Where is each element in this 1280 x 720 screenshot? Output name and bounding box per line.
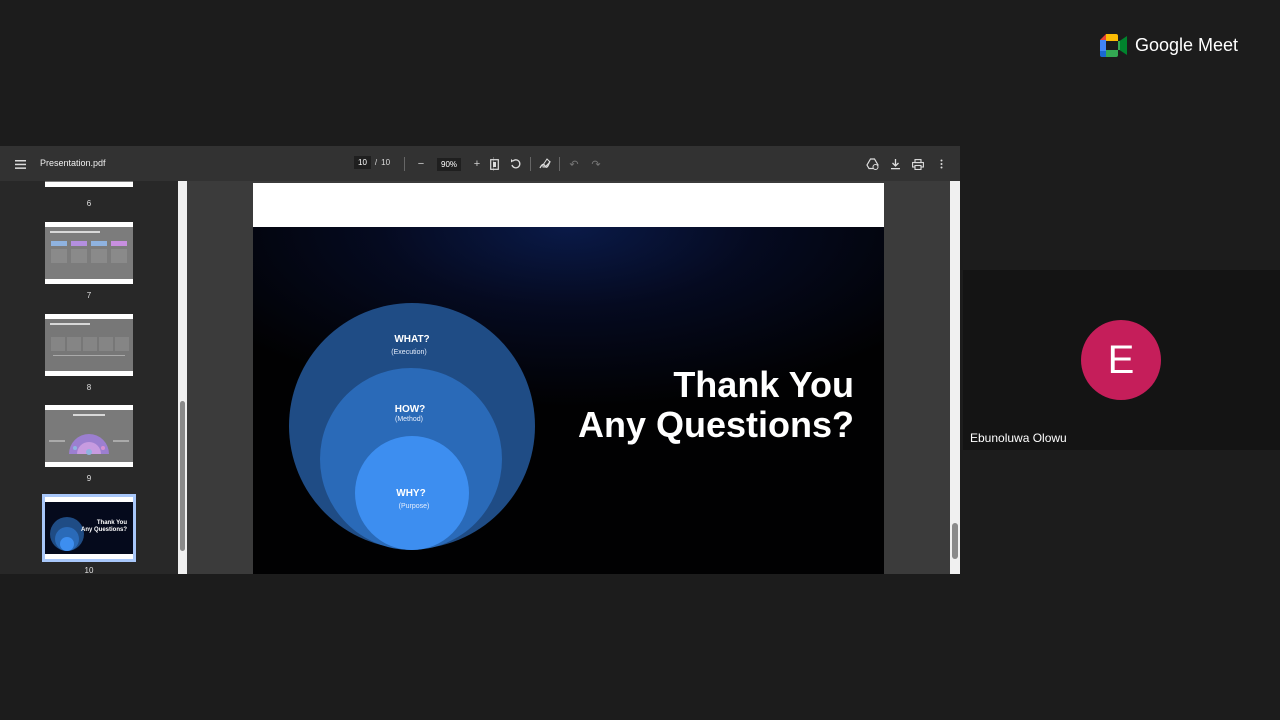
download-icon[interactable] — [887, 156, 903, 172]
label-purpose: (Purpose) — [398, 503, 430, 510]
page-separator: / — [374, 158, 378, 167]
thumbnail-title-line1: Thank You — [96, 520, 127, 526]
participant-name: Ebunoluwa Olowu — [970, 431, 1067, 445]
current-page-input[interactable]: 10 — [354, 156, 371, 169]
thumbnail-number: 9 — [86, 474, 92, 483]
thumbnail-number: 8 — [86, 383, 92, 392]
slide-page-10: WHAT? (Execution) HOW? (Method) WHY? (Pu… — [253, 227, 884, 574]
zoom-controls: − 90% + — [404, 156, 495, 172]
rotate-icon[interactable] — [508, 156, 524, 172]
shared-screen: Presentation.pdf 10 / 10 − 90% + ↶ ↷ 6 7… — [0, 0, 960, 720]
label-what: WHAT? — [394, 334, 430, 345]
history-tools: ↶ ↷ — [566, 156, 604, 172]
drive-icon[interactable] — [864, 156, 880, 172]
meet-brand-name: Google Meet — [1135, 35, 1239, 55]
thumbnail-number: 6 — [86, 199, 92, 208]
annotate-icon[interactable] — [537, 156, 553, 172]
more-icon[interactable] — [933, 156, 949, 172]
meet-logo-icon — [1100, 34, 1127, 57]
page-thumbnail-7[interactable] — [45, 222, 133, 284]
label-why: WHY? — [396, 488, 426, 499]
divider — [559, 157, 560, 171]
heading-line2: Any Questions? — [577, 404, 854, 445]
thumbnail-title-line2: Any Questions? — [80, 527, 127, 533]
page-thumbnail-8[interactable] — [45, 314, 133, 376]
zoom-out-button[interactable]: − — [413, 156, 429, 172]
slide-heading: Thank You Any Questions? — [578, 365, 854, 445]
fit-page-icon[interactable] — [486, 156, 502, 172]
thumbnail-number: 10 — [84, 566, 94, 574]
meet-window: Presentation.pdf 10 / 10 − 90% + ↶ ↷ 6 7… — [0, 0, 1280, 720]
participant-avatar: E — [1081, 320, 1161, 400]
scrollbar-thumb[interactable] — [180, 401, 185, 551]
total-pages: 10 — [381, 158, 391, 167]
thumbnail-sidebar: 6 7 8 9 Thank You Any Questions? 10 — [0, 181, 178, 574]
zoom-level-input[interactable]: 90% — [437, 157, 462, 171]
participant-tile[interactable]: E Ebunoluwa Olowu — [963, 270, 1280, 450]
label-method: (Method) — [394, 416, 423, 423]
redo-icon[interactable]: ↷ — [588, 156, 604, 172]
thumbnail-number: 7 — [86, 291, 92, 300]
divider — [404, 157, 405, 171]
label-how: HOW? — [394, 404, 426, 415]
pdf-viewer: Presentation.pdf 10 / 10 − 90% + ↶ ↷ 6 7… — [0, 146, 960, 574]
file-tools — [864, 156, 949, 172]
page-thumbnail-9[interactable] — [45, 405, 133, 467]
scrollbar-thumb[interactable] — [952, 523, 958, 559]
heading-line1: Thank You — [673, 364, 854, 405]
previous-page-edge — [253, 183, 884, 227]
document-title: Presentation.pdf — [40, 158, 106, 168]
meet-brand: Google Meet — [1100, 34, 1238, 57]
divider — [530, 157, 531, 171]
view-tools — [486, 156, 560, 172]
label-execution: (Execution) — [391, 349, 427, 356]
zoom-in-button[interactable]: + — [469, 156, 485, 172]
document-scrollbar[interactable] — [950, 181, 960, 574]
page-thumbnail-10[interactable]: Thank You Any Questions? — [42, 494, 136, 562]
undo-icon[interactable]: ↶ — [566, 156, 582, 172]
document-canvas: WHAT? (Execution) HOW? (Method) WHY? (Pu… — [188, 181, 950, 574]
menu-icon[interactable] — [12, 156, 28, 172]
pdf-toolbar: Presentation.pdf 10 / 10 − 90% + ↶ ↷ — [0, 146, 960, 181]
print-icon[interactable] — [910, 156, 926, 172]
sidebar-scrollbar[interactable] — [178, 181, 187, 574]
page-thumbnail-6[interactable] — [45, 181, 133, 187]
page-indicator: 10 / 10 — [354, 156, 390, 169]
